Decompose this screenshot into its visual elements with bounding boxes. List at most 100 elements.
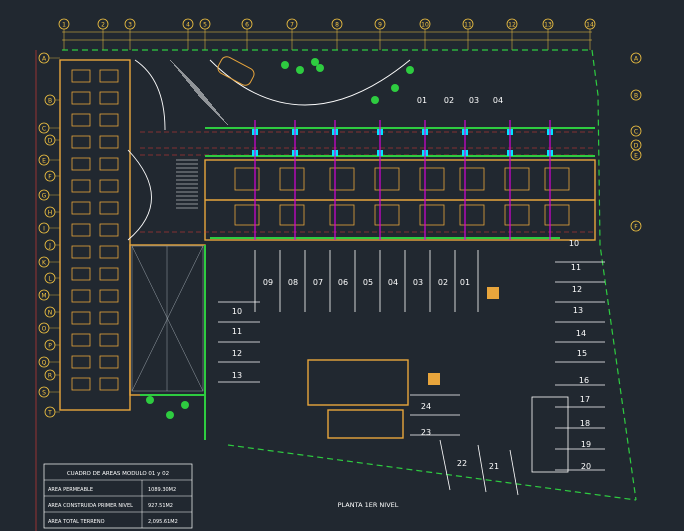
grid-row-bubble-left: N [44,306,60,318]
grid-column-label: 4 [186,22,190,29]
furniture-item [71,157,119,171]
furniture-item [71,289,119,303]
tree-icon [166,411,174,419]
furniture-item [71,245,119,259]
areas-table: CUADRO DE AREAS MODULO 01 y 02 AREA PERM… [43,463,193,529]
office-desk-block [544,167,570,226]
parking-stall-number: 20 [581,462,591,471]
grid-row-label: J [48,243,51,250]
grid-column-bubble: 3 [124,18,136,50]
parking-stall-number: 16 [579,376,589,385]
areas-table-value-total: 2,095.61M2 [148,519,178,525]
tree-icon [181,401,189,409]
office-desk-block [374,167,400,226]
furniture-item [71,69,119,83]
office-desk-block [329,167,355,226]
grid-row-bubble-right: B [630,89,642,101]
grid-column-bubble: 6 [241,18,253,50]
parking-stall-number: 22 [457,459,467,468]
grid-row-label: I [43,226,45,233]
grid-row-label: L [48,276,52,283]
parking-stall-number: 10 [569,239,579,248]
grid-row-label: B [634,93,638,100]
parking-stall-number: 07 [313,278,323,287]
grid-column-label: 6 [245,22,249,29]
tree-icon [406,66,414,74]
grid-row-label: E [42,158,46,165]
parking-stall-number: 23 [421,428,431,437]
grid-column-bubble: 10 [419,18,431,50]
grid-column-label: 5 [203,22,207,29]
areas-table-label-total: AREA TOTAL TERRENO [48,519,105,525]
parking-stall-number: 13 [573,306,583,315]
module-label: 02 [444,96,454,105]
grid-row-label: K [42,260,47,267]
areas-table-header: CUADRO DE AREAS MODULO 01 y 02 [67,471,169,477]
parking-stall-number: 08 [288,278,298,287]
site-boundary [62,49,637,501]
stair-step [189,84,221,116]
grid-row-label: Q [42,360,47,367]
parking-stall-number: 02 [438,278,448,287]
parking-stall-number: 17 [580,395,590,404]
grid-column-bubble: 2 [97,18,109,50]
grid-row-label: S [42,390,46,397]
parking-stall-number: 15 [577,349,587,358]
furniture-item [71,179,119,193]
parking-stall-lines [218,250,605,496]
grid-row-label: T [47,410,52,417]
parking-stall-divider [439,439,451,491]
red-axis-lines [140,120,595,240]
parking-stall-number: 04 [388,278,398,287]
staircase [169,59,229,209]
building-walls [59,59,596,439]
parking-stall-number: 18 [580,419,590,428]
grid-row-bubble-right: E [630,149,642,161]
parking-stall-number: 06 [338,278,348,287]
parking-stall-number: 03 [413,278,423,287]
floor-plan-drawing: 1 2 3 4 5 6 7 8 9 10 11 12 13 14 ABCDEFABCDEFGHIJKLMN… [35,18,642,531]
stair-step [177,69,209,101]
grid-row-label: C [634,129,638,136]
grid-row-label: E [634,153,638,160]
grid-column-bubble: 9 [374,18,386,50]
grid-column-label: 13 [544,22,552,29]
furniture-item [71,135,119,149]
ramp-hatch-area [131,245,204,392]
parking-stall-number: 10 [232,307,242,316]
parking-stall-number: 09 [263,278,273,287]
grid-row-bubble-left: R [44,369,60,381]
grid-row-label: M [41,293,46,300]
parking-stall-number: 01 [460,278,470,287]
grid-row-bubble-left: S [38,386,60,398]
grid-row-bubble-left: L [44,272,60,284]
grid-row-label: G [42,193,47,200]
furniture-item [71,355,119,369]
grid-column-bubble: 13 [542,18,554,50]
stair-step [197,94,229,126]
areas-table-value-permeable: 1089.30M2 [148,487,176,493]
grid-row-label: O [42,326,47,333]
areas-table-label-built: AREA CONSTRUIDA PRIMER NIVEL [48,503,133,509]
grid-row-label: R [48,373,52,380]
grid-column-bubble: 12 [506,18,518,50]
grid-column-bubble: 7 [286,18,298,50]
tree-icon [146,396,154,404]
parking-stall-number: 12 [572,285,582,294]
parking-stall-number: 11 [232,327,242,336]
tree-icon [371,96,379,104]
furniture-item [71,333,119,347]
grid-column-label: 12 [508,22,516,29]
cad-drawing-viewport[interactable]: 1 2 3 4 5 6 7 8 9 10 11 12 13 14 ABCDEFABCDEFGHIJKLMN… [0,0,684,531]
grid-row-bubble-left: J [44,239,60,251]
stair-step [173,64,205,96]
grid-row-label: F [48,174,52,181]
plan-title: PLANTA 1ER NIVEL [338,501,399,509]
module-label: 04 [493,96,503,105]
grid-column-markers: 1 2 3 4 5 6 7 8 9 10 11 12 13 14 [58,18,596,50]
grid-column-bubble: 14 [584,18,596,50]
grid-column-label: 9 [378,22,382,29]
grid-column-label: 11 [464,22,472,29]
grid-column-bubble: 4 [182,18,194,50]
tree-icon [311,58,319,66]
